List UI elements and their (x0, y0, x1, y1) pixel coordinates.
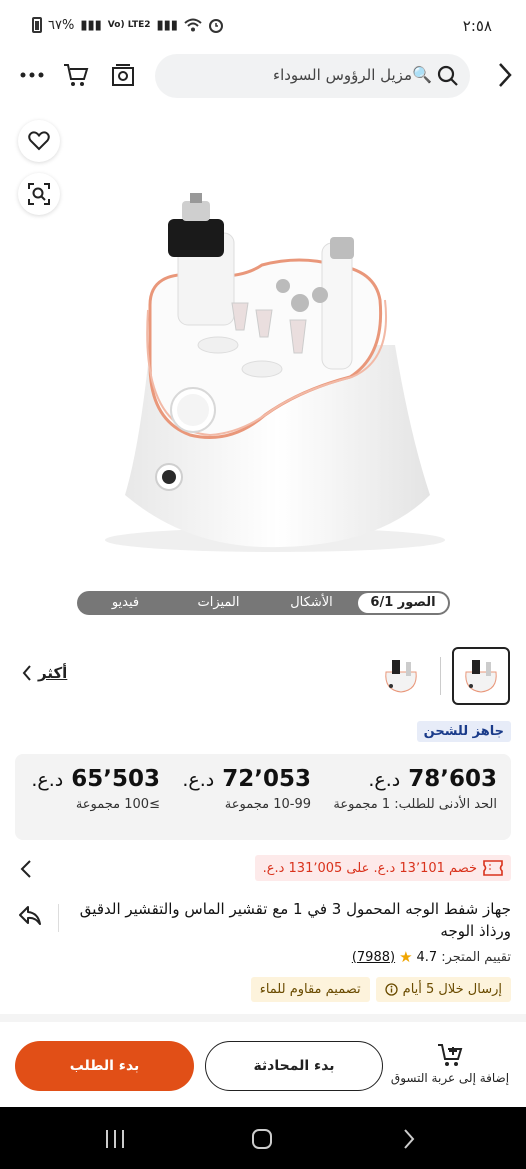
tab-variants[interactable]: الأشكال (265, 593, 358, 613)
cart-icon[interactable] (59, 58, 93, 92)
waterproof-tag: تصميم مقاوم للماء (250, 977, 370, 1002)
price-tier-3: 65٬503 د.ع. ≥100 مجموعة (31, 766, 160, 812)
signal-icon: ▮▮▮ (80, 17, 102, 33)
more-link[interactable]: أكثر (22, 664, 67, 682)
action-bar: إضافة إلى عربة التسوق بدء المحادثة بدء ا… (0, 1022, 526, 1106)
star-icon: ★ (399, 948, 413, 966)
recent-apps-icon[interactable] (101, 1126, 129, 1152)
tab-features[interactable]: الميزات (172, 593, 265, 613)
status-time: ٢:٥٨ (462, 17, 492, 35)
title-divider (58, 904, 59, 932)
search-bar[interactable]: مزيل الرؤوس السوداء 🔍 (155, 54, 470, 98)
store-rating[interactable]: تقييم المتجر: 4.7 ★ (7988) (352, 948, 511, 966)
section-divider (0, 1014, 526, 1022)
tier-1-quantity: الحد الأدنى للطلب: 1 مجموعة (333, 797, 497, 812)
price-tier-1: 78٬603 د.ع. الحد الأدنى للطلب: 1 مجموعة (333, 766, 497, 812)
image-search-icon[interactable] (18, 173, 60, 215)
tier-1-currency: د.ع. (368, 769, 401, 791)
favorite-heart-icon[interactable] (18, 120, 60, 162)
signal-bars-icon: ▮▮▮ (156, 17, 178, 33)
battery-icon (32, 17, 42, 33)
alarm-icon (208, 19, 223, 33)
product-image[interactable] (0, 115, 526, 590)
status-bar: ٦٧% ▮▮▮ Vo) LTE2 ▮▮▮ ٢:٥٨ (0, 0, 526, 52)
top-bar: مزيل الرؤوس السوداء 🔍 (0, 52, 526, 98)
price-tier-2: 72٬053 د.ع. 10-99 مجموعة (182, 766, 311, 812)
discount-text: خصم 13٬101 د.ع. على 131٬005 د.ع. (262, 860, 477, 876)
search-icon[interactable] (436, 64, 460, 88)
start-chat-button[interactable]: بدء المحادثة (205, 1041, 383, 1091)
share-icon[interactable] (18, 905, 42, 927)
tab-photos[interactable]: الصور 6/1 (358, 593, 448, 613)
feature-tags: إرسال خلال 5 أيام تصميم مقاوم للماء (250, 977, 511, 1002)
nav-back-icon[interactable] (395, 1126, 423, 1152)
system-nav-bar (0, 1107, 526, 1169)
status-icons: ٦٧% ▮▮▮ Vo) LTE2 ▮▮▮ (32, 17, 224, 33)
wifi-icon (184, 18, 202, 32)
product-title: جهاز شفط الوجه المحمول 3 في 1 مع تقشير ا… (79, 900, 511, 940)
tier-2-quantity: 10-99 مجموعة (224, 797, 311, 812)
rating-count[interactable]: (7988) (352, 950, 395, 965)
thumbnail-1-selected[interactable] (452, 647, 510, 705)
photo-counter: 6/1 (370, 595, 394, 610)
start-order-button[interactable]: بدء الطلب (15, 1041, 194, 1091)
info-icon (384, 983, 398, 996)
home-icon[interactable] (248, 1126, 276, 1152)
discount-chevron-icon[interactable] (20, 860, 32, 878)
tier-3-quantity: ≥100 مجموعة (75, 797, 160, 812)
rating-value: 4.7 (416, 949, 438, 965)
tab-video[interactable]: فيديو (79, 593, 172, 613)
delivery-tag[interactable]: إرسال خلال 5 أيام (375, 977, 511, 1002)
delivery-tag-label: إرسال خلال 5 أيام (402, 982, 502, 997)
tier-2-currency: د.ع. (182, 769, 215, 791)
tier-2-price: 72٬053 (222, 766, 311, 792)
tier-3-price: 65٬503 (71, 766, 160, 792)
add-to-cart-label: إضافة إلى عربة التسوق (390, 1071, 510, 1085)
waterproof-tag-label: تصميم مقاوم للماء (259, 982, 361, 997)
back-icon[interactable] (488, 58, 522, 92)
coupon-ticket-icon (483, 860, 503, 876)
thumbnail-2[interactable] (372, 647, 430, 705)
more-options-icon[interactable] (15, 58, 49, 92)
more-link-label: أكثر (38, 664, 68, 682)
magnifier-emoji-icon: 🔍 (412, 65, 432, 84)
add-to-cart-button[interactable]: إضافة إلى عربة التسوق (389, 1042, 511, 1085)
tab-photos-label: الصور (397, 595, 436, 610)
ready-to-ship-badge: جاهز للشحن (416, 721, 511, 742)
network-label: Vo) LTE2 (107, 19, 151, 30)
rating-label: تقييم المتجر: (441, 949, 511, 965)
camera-scan-icon[interactable] (106, 58, 140, 92)
tier-3-currency: د.ع. (31, 769, 64, 791)
thumbnail-divider (440, 657, 441, 695)
battery-level: ٦٧% (48, 17, 75, 33)
media-tabs: الصور 6/1 الأشكال الميزات فيديو (77, 591, 450, 615)
add-cart-icon (438, 1044, 463, 1066)
tier-1-price: 78٬603 (408, 766, 497, 792)
search-query[interactable]: مزيل الرؤوس السوداء (273, 66, 412, 84)
price-tiers: 78٬603 د.ع. الحد الأدنى للطلب: 1 مجموعة … (15, 754, 511, 840)
chevron-left-icon (22, 665, 31, 681)
discount-coupon[interactable]: خصم 13٬101 د.ع. على 131٬005 د.ع. (254, 855, 511, 881)
